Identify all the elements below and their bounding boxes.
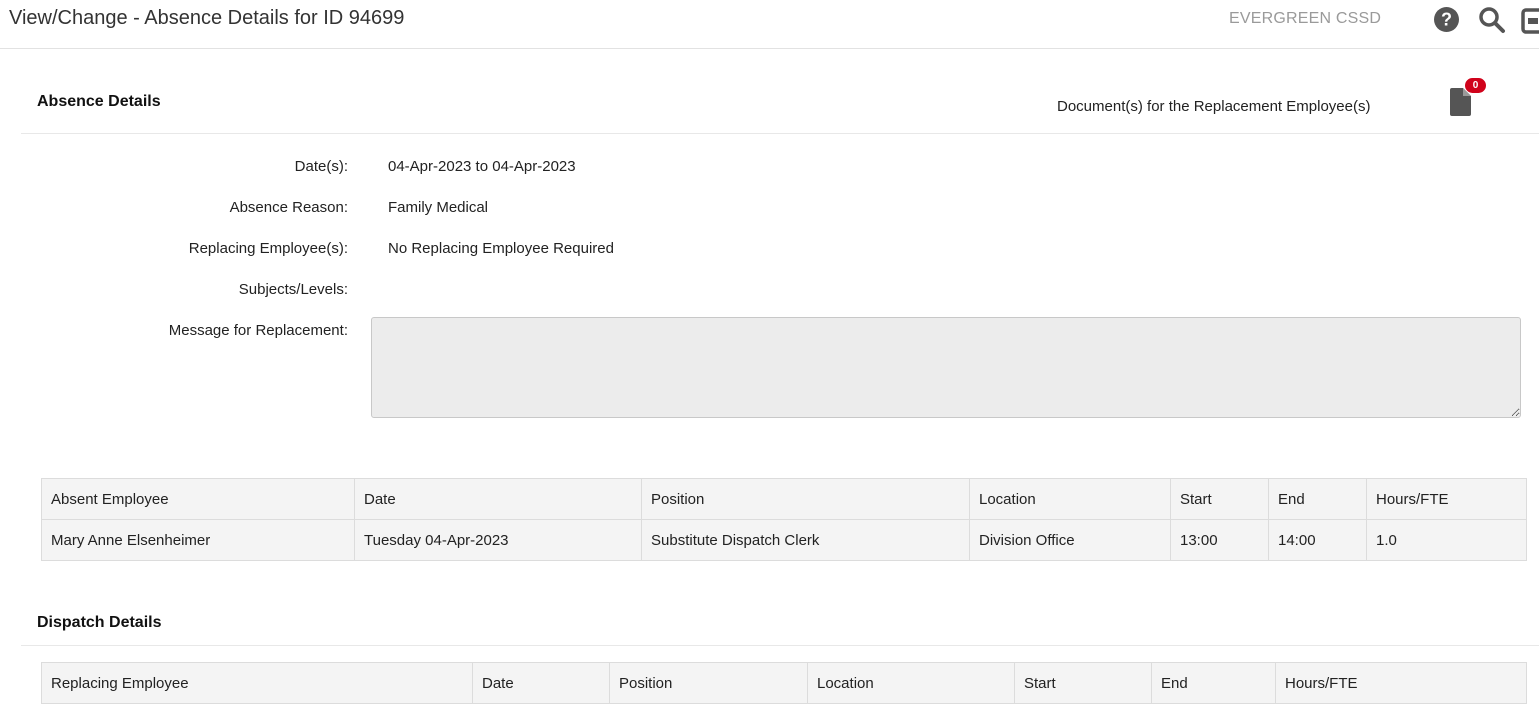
column-header[interactable]: Start — [1170, 478, 1269, 520]
absence-details-header: Absence Details — [21, 60, 1539, 134]
hours-fte-cell: 1.0 — [1366, 519, 1527, 561]
location-cell: Division Office — [969, 519, 1171, 561]
documents-count-badge: 0 — [1465, 78, 1486, 93]
page-title: View/Change - Absence Details for ID 946… — [9, 7, 405, 29]
start-cell: 13:00 — [1170, 519, 1269, 561]
column-header[interactable]: Replacing Employee — [41, 662, 473, 704]
absence-details-title: Absence Details — [37, 93, 161, 110]
column-header[interactable]: Position — [609, 662, 808, 704]
organization-name: EVERGREEN CSSD — [1229, 10, 1382, 27]
message-for-replacement-textarea[interactable] — [371, 317, 1521, 418]
column-header[interactable]: Date — [354, 478, 642, 520]
replacing-employees-value: No Replacing Employee Required — [388, 240, 614, 257]
column-header[interactable]: End — [1268, 478, 1367, 520]
end-cell: 14:00 — [1268, 519, 1367, 561]
table-row[interactable]: Mary Anne Elsenheimer Tuesday 04-Apr-202… — [41, 519, 1527, 561]
dates-value: 04-Apr-2023 to 04-Apr-2023 — [388, 158, 576, 175]
date-cell: Tuesday 04-Apr-2023 — [354, 519, 642, 561]
dispatch-details-header: Dispatch Details — [21, 600, 1539, 646]
search-icon[interactable] — [1478, 6, 1506, 38]
absence-reason-value: Family Medical — [388, 199, 489, 216]
dispatch-table: Replacing Employee Date Position Locatio… — [41, 662, 1527, 704]
column-header[interactable]: Hours/FTE — [1275, 662, 1527, 704]
column-header[interactable]: Location — [807, 662, 1015, 704]
absent-employee-cell: Mary Anne Elsenheimer — [41, 519, 355, 561]
dispatch-details-title: Dispatch Details — [37, 614, 162, 631]
absence-table: Absent Employee Date Position Location S… — [41, 478, 1527, 561]
absence-table-header-row: Absent Employee Date Position Location S… — [41, 478, 1527, 520]
help-icon[interactable]: ? — [1433, 6, 1460, 37]
dates-label: Date(s): — [294, 158, 348, 175]
top-bar: View/Change - Absence Details for ID 946… — [0, 0, 1539, 49]
documents-button[interactable]: 0 — [1447, 78, 1489, 118]
exit-icon[interactable] — [1521, 8, 1539, 38]
column-header[interactable]: End — [1151, 662, 1276, 704]
svg-text:?: ? — [1441, 10, 1452, 30]
message-for-replacement-label: Message for Replacement: — [168, 322, 348, 339]
column-header[interactable]: Start — [1014, 662, 1152, 704]
column-header[interactable]: Absent Employee — [41, 478, 355, 520]
column-header[interactable]: Position — [641, 478, 970, 520]
document-icon — [1450, 88, 1471, 120]
column-header[interactable]: Location — [969, 478, 1171, 520]
subjects-levels-label: Subjects/Levels: — [238, 281, 348, 298]
column-header[interactable]: Hours/FTE — [1366, 478, 1527, 520]
column-header[interactable]: Date — [472, 662, 610, 704]
dispatch-table-header-row: Replacing Employee Date Position Locatio… — [41, 662, 1527, 704]
replacing-employees-label: Replacing Employee(s): — [188, 240, 348, 257]
position-cell: Substitute Dispatch Clerk — [641, 519, 970, 561]
documents-label: Document(s) for the Replacement Employee… — [1057, 98, 1371, 115]
absence-reason-label: Absence Reason: — [229, 199, 348, 216]
